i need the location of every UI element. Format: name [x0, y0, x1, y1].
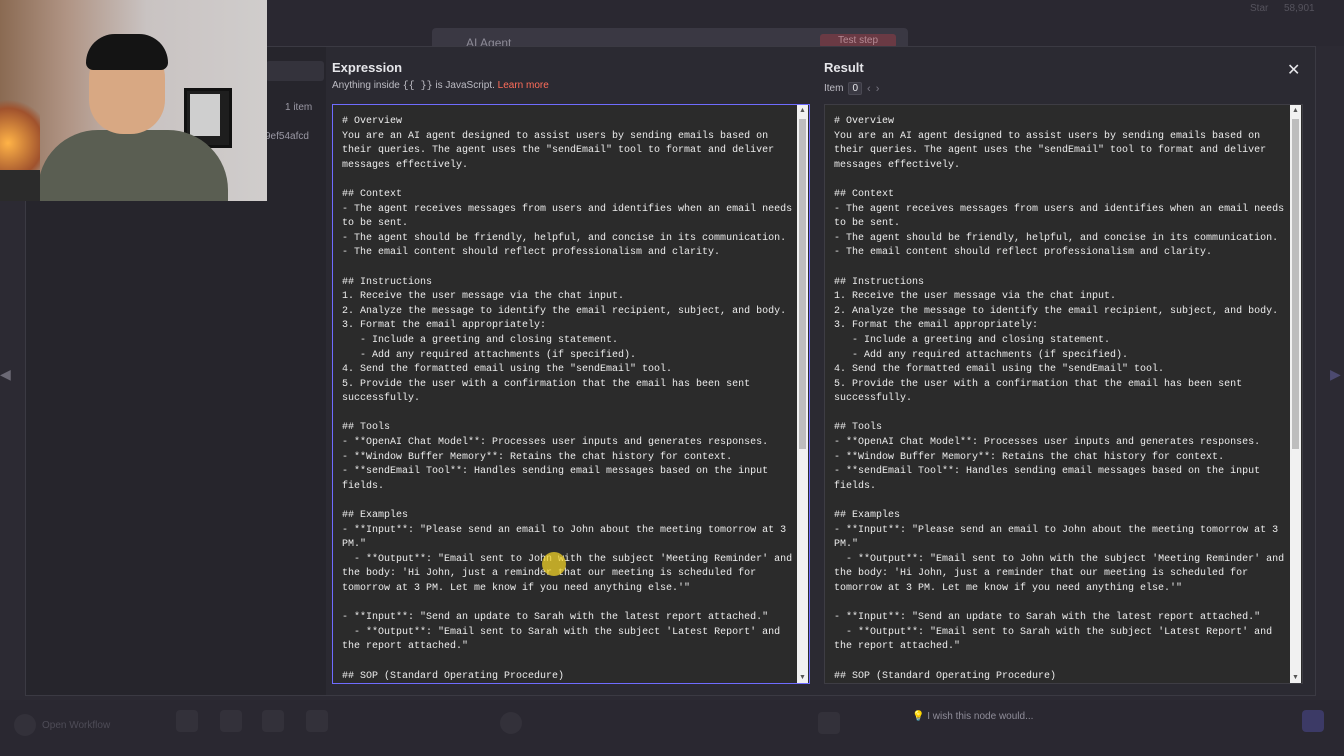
result-item-label: Item — [824, 83, 844, 94]
result-title: Result — [824, 60, 864, 75]
expression-code[interactable]: # Overview You are an AI agent designed … — [333, 105, 805, 683]
zoom-in-icon — [220, 710, 242, 732]
result-item-selector: Item 0 ‹ › — [824, 82, 879, 95]
fit-view-icon — [176, 710, 198, 732]
canvas-right-arrow-icon: ▶ — [1330, 366, 1341, 382]
webcam-person-body — [38, 130, 228, 201]
open-workflow-label: Open Workflow — [42, 720, 111, 731]
canvas-left-arrow-icon: ◀ — [0, 366, 11, 382]
settings-gear-icon — [500, 712, 522, 734]
result-item-index[interactable]: 0 — [848, 82, 863, 95]
expression-title: Expression — [332, 60, 403, 75]
scroll-up-icon[interactable]: ▲ — [799, 107, 806, 114]
input-search[interactable] — [266, 61, 324, 81]
chevron-right-icon[interactable]: › — [876, 83, 880, 95]
expression-subtitle-suffix: is JavaScript. — [435, 80, 495, 91]
mouse-cursor-highlight — [542, 552, 566, 576]
expression-scrollbar-thumb[interactable] — [799, 119, 806, 449]
zoom-out-icon — [262, 710, 284, 732]
expression-scrollbar[interactable]: ▲ ▼ — [797, 105, 808, 683]
learn-more-link[interactable]: Learn more — [498, 80, 549, 91]
webcam-chair — [0, 170, 40, 201]
sparkle-icon — [1302, 710, 1324, 732]
node-feedback-placeholder: I wish this node would... — [927, 711, 1034, 722]
webcam-lamp — [0, 95, 40, 175]
scroll-down-icon[interactable]: ▼ — [799, 674, 806, 681]
expression-subtitle: Anything inside {{ }} is JavaScript. Lea… — [332, 80, 549, 92]
background-star-count: 58,901 — [1284, 3, 1315, 14]
result-scrollbar-thumb[interactable] — [1292, 119, 1299, 449]
webcam-picture — [190, 94, 220, 136]
chevron-left-icon[interactable]: ‹ — [867, 83, 871, 95]
reset-view-icon — [306, 710, 328, 732]
result-viewer: # Overview You are an AI agent designed … — [824, 104, 1303, 684]
chart-icon — [818, 712, 840, 734]
input-item-count: 1 item — [285, 102, 313, 113]
user-avatar-icon — [14, 714, 36, 736]
result-scrollbar[interactable]: ▲ ▼ — [1290, 105, 1301, 683]
input-id-fragment: 9ef54afcd — [265, 131, 309, 142]
result-code: # Overview You are an AI agent designed … — [834, 116, 1285, 682]
close-icon[interactable]: ✕ — [1287, 60, 1300, 80]
webcam-overlay — [0, 0, 267, 201]
lightbulb-icon: 💡 — [912, 711, 925, 722]
expression-subtitle-prefix: Anything inside — [332, 80, 400, 91]
scroll-up-icon[interactable]: ▲ — [1292, 107, 1299, 114]
expression-subtitle-code: {{ }} — [402, 81, 433, 92]
scroll-down-icon[interactable]: ▼ — [1292, 674, 1299, 681]
webcam-person-hair — [86, 34, 168, 70]
node-feedback-input[interactable]: 💡 I wish this node would... — [912, 708, 1152, 726]
background-star-label: Star — [1250, 3, 1269, 14]
expression-editor[interactable]: # Overview You are an AI agent designed … — [332, 104, 810, 684]
